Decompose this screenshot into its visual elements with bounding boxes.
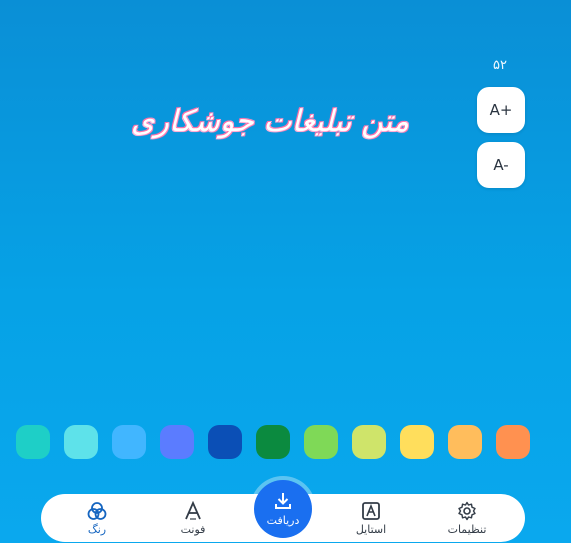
color-swatch[interactable]: [112, 425, 146, 459]
color-swatch[interactable]: [352, 425, 386, 459]
font-icon: [183, 500, 203, 521]
color-swatch[interactable]: [64, 425, 98, 459]
download-icon: [273, 491, 293, 514]
nav-item-font[interactable]: فونت: [153, 494, 233, 542]
nav-label-settings: تنظیمات: [447, 522, 487, 536]
color-swatch[interactable]: [496, 425, 530, 459]
download-button[interactable]: دریافت: [250, 476, 316, 542]
color-swatch[interactable]: [16, 425, 50, 459]
increase-size-button[interactable]: A+: [477, 87, 525, 133]
preview-text: متن تبلیغات جوشکاری: [130, 104, 410, 139]
color-palette: [0, 425, 571, 459]
style-icon: [361, 501, 381, 521]
color-swatch[interactable]: [304, 425, 338, 459]
font-size-value: ۵۲: [493, 58, 507, 73]
decrease-size-button[interactable]: A-: [477, 142, 525, 188]
nav-item-settings[interactable]: تنظیمات: [427, 494, 507, 542]
nav-label-font: فونت: [180, 522, 206, 536]
nav-label-color: رنگ: [87, 522, 107, 536]
color-swatch[interactable]: [400, 425, 434, 459]
color-swatch[interactable]: [160, 425, 194, 459]
nav-label-style: استایل: [355, 522, 387, 536]
gear-icon: [457, 501, 477, 521]
color-swatch[interactable]: [448, 425, 482, 459]
color-swatch[interactable]: [256, 425, 290, 459]
color-swatch[interactable]: [208, 425, 242, 459]
download-label: دریافت: [266, 514, 300, 527]
color-circles-icon: [86, 501, 108, 521]
nav-item-color[interactable]: رنگ: [57, 494, 137, 542]
nav-item-style[interactable]: استایل: [331, 494, 411, 542]
